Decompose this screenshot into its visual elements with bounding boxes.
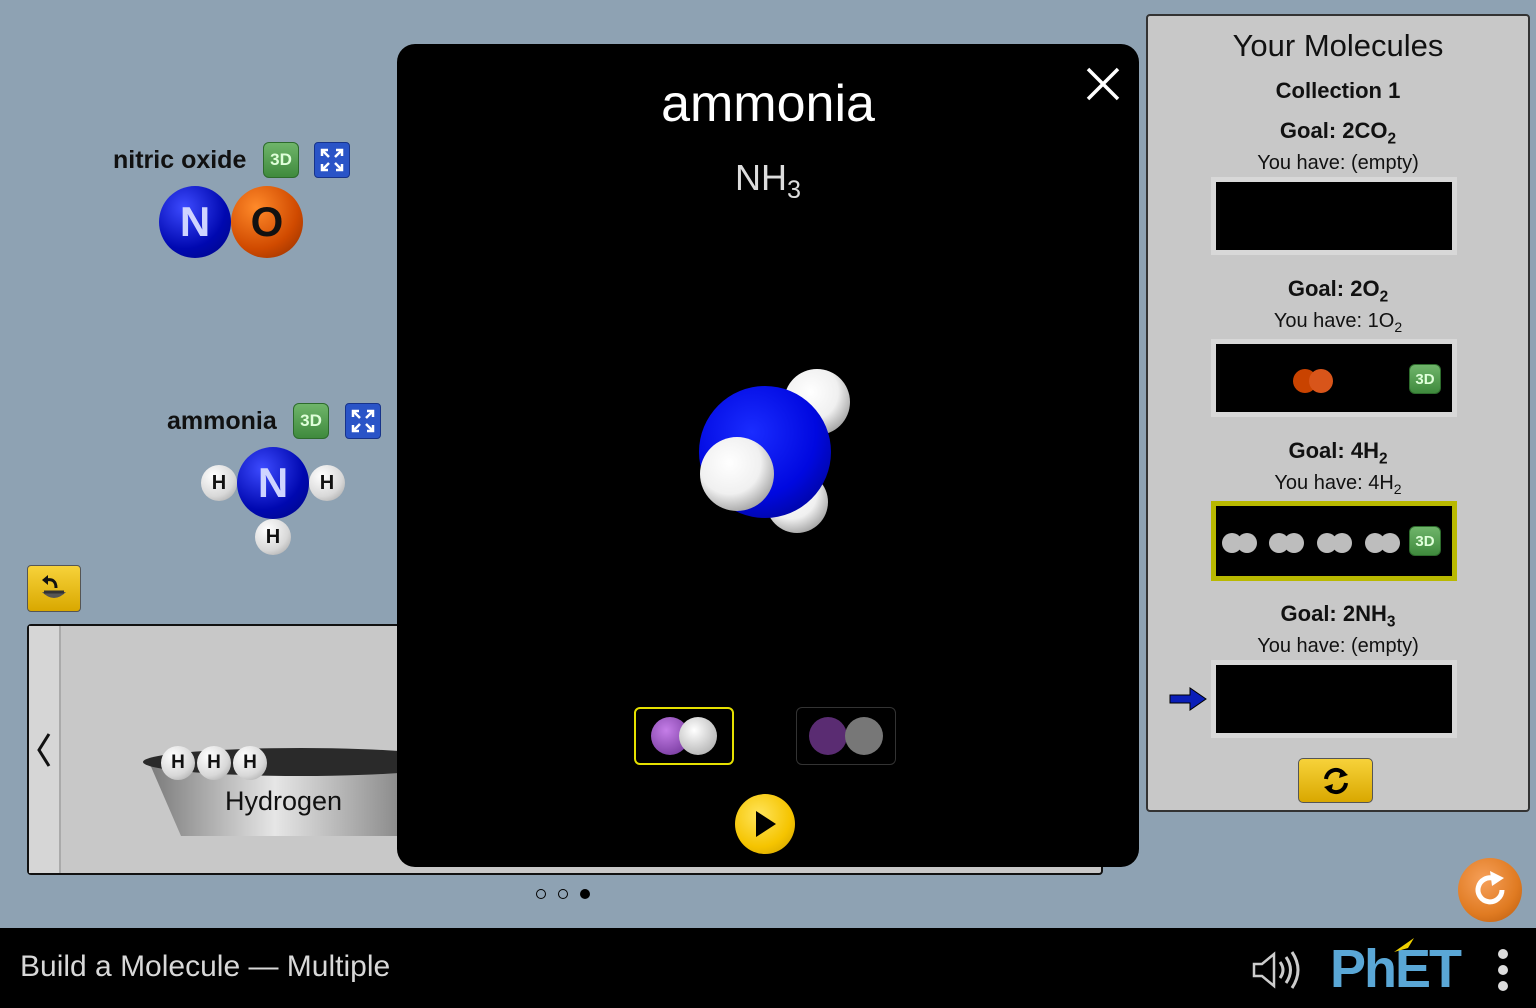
- view-3d-button[interactable]: 3D: [293, 403, 329, 439]
- kit-previous-button[interactable]: [29, 626, 61, 873]
- undo-icon: [42, 574, 66, 598]
- goal-box[interactable]: [1211, 660, 1457, 738]
- dialog-formula: NH3: [397, 157, 1139, 205]
- atom-hydrogen[interactable]: H: [161, 746, 195, 780]
- atom-hydrogen[interactable]: H: [255, 519, 291, 555]
- have-label: You have: (empty): [1257, 152, 1419, 174]
- have-label: You have: (empty): [1257, 635, 1419, 657]
- formula-base: NH: [734, 157, 787, 198]
- dialog-title: ammonia: [661, 75, 875, 133]
- molecule-3d-model[interactable]: [687, 362, 867, 552]
- view-3d-button[interactable]: 3D: [263, 142, 299, 178]
- expand-icon: [320, 148, 344, 172]
- refresh-icon: [1323, 767, 1348, 794]
- goal-label: Goal: 2NH3: [1280, 601, 1396, 631]
- have-label: You have: 4H2: [1274, 472, 1402, 497]
- bucket-label: Hydrogen: [225, 786, 343, 816]
- chevron-left-icon: [37, 732, 51, 767]
- molecule-name-nitric-oxide: nitric oxide: [113, 146, 247, 174]
- goal-arrow-icon: [1169, 687, 1207, 711]
- goal-label: Goal: 4H2: [1288, 438, 1388, 468]
- atom-hydrogen[interactable]: H: [201, 465, 237, 501]
- navigation-bar: Build a Molecule — Multiple PhET: [0, 928, 1536, 1008]
- space-filling-icon: [651, 717, 717, 755]
- menu-icon[interactable]: [1494, 946, 1512, 994]
- goal-box[interactable]: 3D: [1211, 339, 1457, 417]
- atom-hydrogen[interactable]: H: [309, 465, 345, 501]
- reset-collection-button[interactable]: [1298, 758, 1373, 803]
- h2-molecules-icon: [1222, 533, 1400, 553]
- molecule-name-ammonia: ammonia: [167, 407, 277, 435]
- phet-star-icon: [1394, 938, 1414, 952]
- sound-icon[interactable]: [1250, 948, 1306, 992]
- goal-label: Goal: 2O2: [1287, 276, 1389, 306]
- reset-icon: [1475, 871, 1505, 905]
- break-apart-button[interactable]: [345, 403, 381, 439]
- panel-header: Your Molecules: [1232, 28, 1444, 63]
- collection-name: Collection 1: [1275, 78, 1401, 103]
- space-filling-view-button[interactable]: [634, 707, 734, 765]
- ball-and-stick-icon: [809, 717, 883, 755]
- atom-oxygen[interactable]: O: [231, 186, 303, 258]
- play-rotation-button[interactable]: [735, 794, 795, 854]
- atom-hydrogen[interactable]: H: [233, 746, 267, 780]
- atom-nitrogen[interactable]: N: [237, 447, 309, 519]
- goal-box-complete[interactable]: 3D: [1211, 501, 1457, 581]
- collection-panel: Your Molecules Collection 1 Goal: 2CO2 Y…: [1146, 14, 1530, 812]
- break-apart-button[interactable]: [314, 142, 350, 178]
- atom-hydrogen[interactable]: H: [197, 746, 231, 780]
- molecule-3d-dialog: ammonia NH3: [397, 44, 1139, 867]
- o2-molecule-icon: [1293, 369, 1333, 393]
- view-3d-button[interactable]: 3D: [1409, 364, 1441, 394]
- atom-nitrogen[interactable]: N: [159, 186, 231, 258]
- return-atoms-button[interactable]: [27, 565, 81, 612]
- formula-subscript: 3: [786, 176, 801, 205]
- sim-title: Build a Molecule — Multiple: [20, 950, 391, 983]
- ball-and-stick-view-button[interactable]: [796, 707, 896, 765]
- close-icon[interactable]: [1085, 66, 1121, 102]
- goal-box[interactable]: [1211, 177, 1457, 255]
- reset-all-button[interactable]: [1458, 858, 1522, 922]
- have-label: You have: 1O2: [1273, 310, 1403, 335]
- page-dot[interactable]: [558, 889, 568, 899]
- page-dot[interactable]: [536, 889, 546, 899]
- goal-label: Goal: 2CO2: [1279, 118, 1397, 148]
- play-icon: [756, 811, 776, 837]
- view-3d-button[interactable]: 3D: [1409, 526, 1441, 556]
- page-dot-active[interactable]: [580, 889, 590, 899]
- kit-page-indicator: [536, 889, 590, 899]
- expand-icon: [351, 409, 375, 433]
